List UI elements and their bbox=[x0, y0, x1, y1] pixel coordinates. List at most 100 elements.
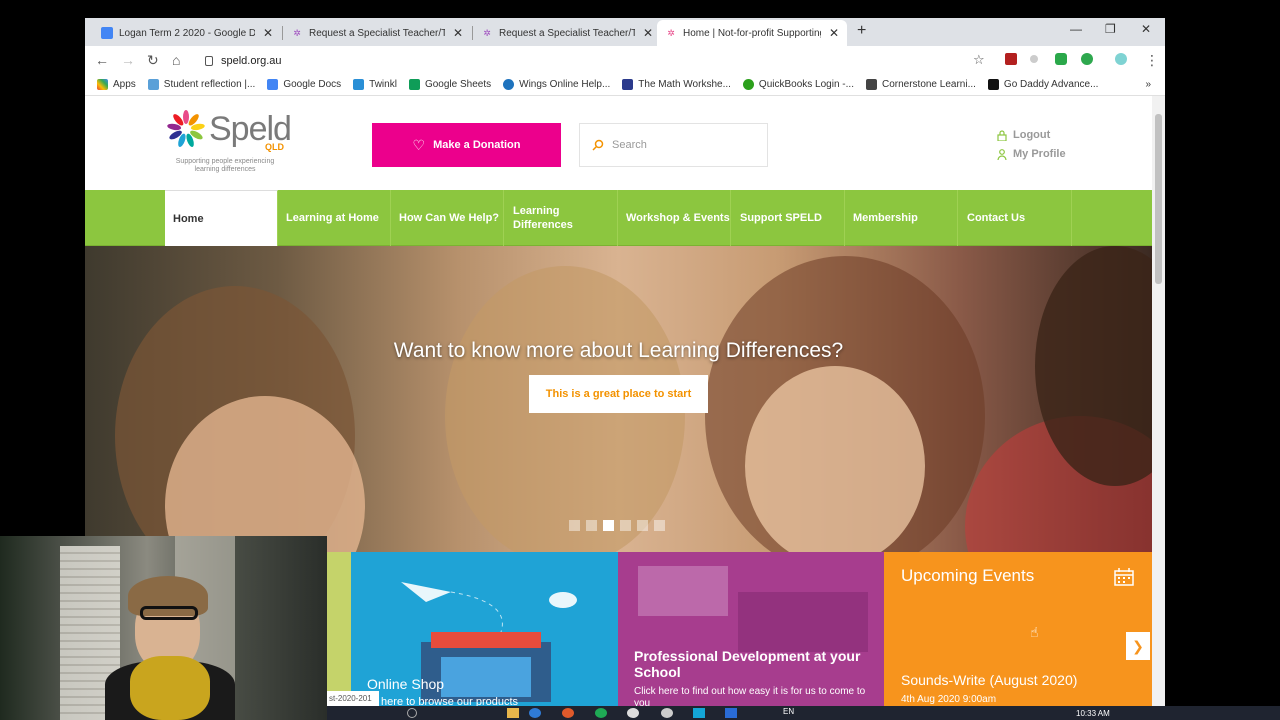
bookmark-student-reflection[interactable]: Student reflection |... bbox=[147, 79, 255, 90]
bookmark-apps[interactable]: Apps bbox=[97, 79, 136, 90]
make-donation-button[interactable]: ♡ Make a Donation bbox=[372, 123, 561, 167]
chrome-icon[interactable] bbox=[529, 708, 541, 718]
search-box[interactable]: Search bbox=[579, 123, 768, 167]
wings-icon bbox=[503, 79, 515, 90]
restore-icon[interactable]: ❐ bbox=[1105, 22, 1116, 36]
event-name: Sounds-Write (August 2020) bbox=[901, 672, 1078, 688]
app-icon[interactable] bbox=[562, 708, 574, 718]
close-tab-icon[interactable]: ✕ bbox=[643, 26, 653, 40]
google-docs-icon bbox=[101, 27, 113, 39]
webcam-scarf bbox=[130, 656, 210, 720]
lock-icon bbox=[205, 56, 213, 66]
main-navigation: Home Learning at Home How Can We Help? L… bbox=[85, 190, 1152, 246]
slide-dot-2[interactable] bbox=[586, 520, 597, 531]
language-indicator[interactable]: EN bbox=[783, 707, 794, 716]
chevron-right-icon: ❯ bbox=[1132, 637, 1144, 654]
taskbar: EN bbox=[327, 706, 1280, 720]
my-profile-label: My Profile bbox=[1013, 148, 1066, 160]
slide-dot-3[interactable] bbox=[603, 520, 614, 531]
minimize-icon[interactable]: — bbox=[1070, 22, 1082, 36]
logout-link[interactable]: Logout bbox=[997, 126, 1066, 145]
speld-logo[interactable]: Speld QLD Supporting people experiencing… bbox=[165, 106, 305, 176]
tab-strip: Logan Term 2 2020 - Google Doc ✕ ✲ Reque… bbox=[85, 18, 1165, 46]
tile-professional-development[interactable]: Professional Development at your School … bbox=[618, 552, 884, 720]
nav-how-can-we-help[interactable]: How Can We Help? bbox=[391, 190, 504, 246]
tile-online-shop[interactable]: Online Shop ck here to browse our produc… bbox=[351, 552, 618, 720]
hand-cursor-icon: ☝ bbox=[1030, 624, 1039, 640]
bookmarks-bar: Apps Student reflection |... Google Docs… bbox=[85, 74, 1165, 96]
tab-google-doc[interactable]: Logan Term 2 2020 - Google Doc ✕ bbox=[93, 20, 281, 46]
user-icon bbox=[997, 149, 1007, 160]
bookmark-favicon-icon bbox=[147, 79, 159, 90]
slide-dot-1[interactable] bbox=[569, 520, 580, 531]
bookmarks-overflow-button[interactable]: » bbox=[1145, 79, 1151, 90]
logo-state: QLD bbox=[265, 142, 284, 152]
app-icon[interactable] bbox=[627, 708, 639, 718]
scrollbar-thumb[interactable] bbox=[1155, 114, 1162, 284]
slide-dot-4[interactable] bbox=[620, 520, 631, 531]
back-icon[interactable]: ← bbox=[95, 52, 109, 68]
apps-icon bbox=[97, 79, 108, 90]
home-icon[interactable]: ⌂ bbox=[172, 52, 180, 68]
bookmark-quickbooks[interactable]: QuickBooks Login -... bbox=[742, 79, 854, 90]
hero-title: Want to know more about Learning Differe… bbox=[393, 339, 844, 362]
close-window-icon[interactable]: ✕ bbox=[1141, 22, 1151, 36]
bookmark-twinkl[interactable]: Twinkl bbox=[353, 79, 397, 90]
taskbar-clock[interactable]: 10:33 AM bbox=[1076, 709, 1110, 718]
nav-support-speld[interactable]: Support SPELD bbox=[732, 190, 845, 246]
heart-icon: ♡ bbox=[412, 136, 426, 153]
bookmark-google-docs[interactable]: Google Docs bbox=[267, 79, 341, 90]
my-profile-link[interactable]: My Profile bbox=[997, 145, 1066, 164]
grammarly-extension-icon[interactable] bbox=[1081, 53, 1093, 65]
nav-workshop-events[interactable]: Workshop & Events bbox=[618, 190, 731, 246]
webcam-overlay bbox=[0, 536, 327, 720]
bookmark-label: Wings Online Help... bbox=[519, 79, 611, 90]
slide-dot-6[interactable] bbox=[654, 520, 665, 531]
page-scrollbar[interactable] bbox=[1152, 96, 1165, 720]
events-next-button[interactable]: ❯ bbox=[1126, 632, 1150, 660]
bookmark-star-icon[interactable]: ☆ bbox=[973, 52, 985, 68]
whatsapp-icon[interactable] bbox=[595, 708, 607, 718]
skype-icon[interactable] bbox=[693, 708, 705, 718]
new-tab-button[interactable]: + bbox=[857, 22, 866, 40]
close-tab-icon[interactable]: ✕ bbox=[263, 26, 273, 40]
extension-icon[interactable] bbox=[1030, 55, 1038, 63]
event-date: 4th Aug 2020 9:00am bbox=[901, 694, 997, 705]
word-icon[interactable] bbox=[725, 708, 737, 718]
godaddy-icon bbox=[987, 79, 999, 90]
reload-icon[interactable]: ↻ bbox=[147, 52, 159, 69]
bookmark-label: The Math Workshe... bbox=[638, 79, 731, 90]
tab-home-speld[interactable]: ✲ Home | Not-for-profit Supporting ✕ bbox=[657, 20, 847, 46]
tab-request-teacher-2[interactable]: ✲ Request a Specialist Teacher/Tuto ✕ bbox=[473, 20, 661, 46]
bookmark-math-worksheet[interactable]: The Math Workshe... bbox=[622, 79, 731, 90]
bookmark-godaddy[interactable]: Go Daddy Advance... bbox=[987, 79, 1098, 90]
twinkl-extension-icon[interactable] bbox=[1115, 53, 1127, 65]
file-explorer-icon[interactable] bbox=[507, 708, 519, 718]
calendar-icon bbox=[1114, 568, 1134, 586]
hero-cta-button[interactable]: This is a great place to start bbox=[529, 375, 708, 413]
bookmark-label: Google Docs bbox=[283, 79, 342, 90]
slide-dot-5[interactable] bbox=[637, 520, 648, 531]
bookmark-label: QuickBooks Login -... bbox=[758, 79, 854, 90]
bookmark-google-sheets[interactable]: Google Sheets bbox=[408, 79, 491, 90]
nav-learning-at-home[interactable]: Learning at Home bbox=[278, 190, 391, 246]
nav-home[interactable]: Home bbox=[165, 190, 278, 246]
bookmark-wings[interactable]: Wings Online Help... bbox=[503, 79, 610, 90]
nav-learning-differences[interactable]: Learning Differences bbox=[505, 190, 618, 246]
nav-contact-us[interactable]: Contact Us bbox=[959, 190, 1072, 246]
app-icon[interactable] bbox=[661, 708, 673, 718]
shield-extension-icon[interactable] bbox=[1055, 53, 1067, 65]
search-icon[interactable] bbox=[407, 708, 417, 718]
tile-upcoming-events[interactable]: Upcoming Events ❯ Sounds-Write (August 2… bbox=[884, 552, 1152, 720]
close-tab-icon[interactable]: ✕ bbox=[829, 26, 839, 40]
bookmark-cornerstone[interactable]: Cornerstone Learni... bbox=[865, 79, 976, 90]
tab-request-teacher-1[interactable]: ✲ Request a Specialist Teacher/Tuto ✕ bbox=[283, 20, 471, 46]
pdf-extension-icon[interactable] bbox=[1005, 53, 1017, 65]
menu-icon[interactable]: ⋮ bbox=[1145, 52, 1159, 69]
address-bar[interactable]: speld.org.au bbox=[197, 51, 997, 71]
slider-dots bbox=[569, 520, 665, 531]
close-tab-icon[interactable]: ✕ bbox=[453, 26, 463, 40]
nav-membership[interactable]: Membership bbox=[845, 190, 958, 246]
tab-title: Request a Specialist Teacher/Tuto bbox=[499, 27, 635, 39]
forward-icon[interactable]: → bbox=[121, 52, 135, 68]
